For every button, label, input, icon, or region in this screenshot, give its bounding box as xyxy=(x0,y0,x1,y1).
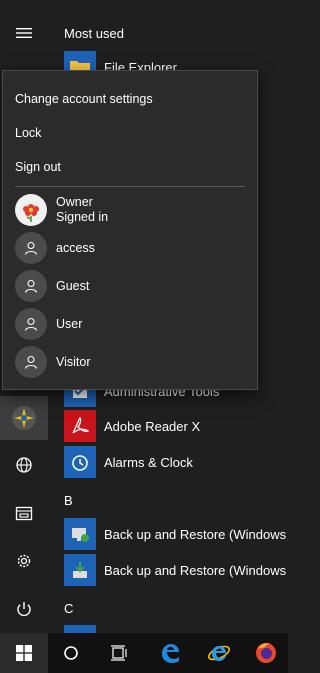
app-c-partial[interactable] xyxy=(64,624,288,633)
search-circle-icon xyxy=(64,646,78,660)
app-label: Back up and Restore (Windows 7) xyxy=(104,526,288,542)
hamburger-icon xyxy=(16,28,32,38)
app-alarms-clock[interactable]: Alarms & Clock xyxy=(64,445,288,479)
network-button[interactable] xyxy=(0,443,48,487)
account-name: Guest xyxy=(56,278,90,293)
account-visitor[interactable]: Visitor xyxy=(15,345,245,379)
edge-icon xyxy=(162,644,179,663)
internet-explorer-icon xyxy=(208,645,230,661)
file-explorer-button[interactable] xyxy=(0,491,48,535)
account-name: access xyxy=(56,240,95,255)
app-backup-restore-2[interactable]: Back up and Restore (Windows 7) xyxy=(64,553,288,587)
adobe-reader-icon xyxy=(64,410,96,442)
section-header-b: B xyxy=(64,493,73,508)
network-icon xyxy=(16,457,32,473)
search-button[interactable] xyxy=(49,633,93,673)
firefox-icon xyxy=(256,643,276,663)
settings-gear-icon xyxy=(17,554,31,568)
backup-restore-icon xyxy=(64,554,96,586)
account-name: Visitor xyxy=(56,354,91,369)
start-button[interactable] xyxy=(0,633,48,673)
task-view-icon xyxy=(111,645,127,661)
menu-divider xyxy=(15,186,245,187)
windows-logo-icon xyxy=(16,645,32,661)
account-button[interactable] xyxy=(0,396,48,440)
person-icon xyxy=(15,346,47,378)
firefox-button[interactable] xyxy=(244,633,288,673)
backup-restore-icon xyxy=(64,518,96,550)
account-guest[interactable]: Guest xyxy=(15,269,245,303)
section-header-most-used: Most used xyxy=(64,26,124,41)
sign-out-item[interactable]: Sign out xyxy=(15,160,61,174)
person-icon xyxy=(15,308,47,340)
user-icon xyxy=(12,406,36,430)
expand-menu-button[interactable] xyxy=(0,11,48,55)
taskbar xyxy=(0,633,288,673)
account-name: Owner xyxy=(56,195,93,209)
internet-explorer-button[interactable] xyxy=(197,633,241,673)
lock-item[interactable]: Lock xyxy=(15,126,41,140)
account-current[interactable]: Owner Signed in xyxy=(15,193,245,227)
app-label: Adobe Reader X xyxy=(104,418,201,434)
section-header-c: C xyxy=(64,601,74,616)
power-button[interactable] xyxy=(0,587,48,631)
app-label: Alarms & Clock xyxy=(104,454,193,470)
task-view-button[interactable] xyxy=(97,633,141,673)
person-icon xyxy=(15,232,47,264)
file-explorer-icon xyxy=(15,506,33,521)
account-flyout: Change account settings Lock Sign out Ow… xyxy=(2,70,258,390)
settings-button[interactable] xyxy=(0,539,48,583)
app-tile-icon xyxy=(64,625,96,633)
account-status: Signed in xyxy=(56,210,109,224)
account-name: User xyxy=(56,316,83,331)
app-adobe-reader[interactable]: Adobe Reader X xyxy=(64,409,288,443)
app-label: Back up and Restore (Windows 7) xyxy=(104,562,288,578)
power-icon xyxy=(17,602,31,617)
account-access[interactable]: access xyxy=(15,231,245,265)
account-user[interactable]: User xyxy=(15,307,245,341)
app-backup-restore-1[interactable]: Back up and Restore (Windows 7) xyxy=(64,517,288,551)
edge-button[interactable] xyxy=(148,633,192,673)
flower-avatar-icon xyxy=(15,194,47,226)
change-account-settings-item[interactable]: Change account settings xyxy=(15,92,153,106)
person-icon xyxy=(15,270,47,302)
alarm-clock-icon xyxy=(64,446,96,478)
